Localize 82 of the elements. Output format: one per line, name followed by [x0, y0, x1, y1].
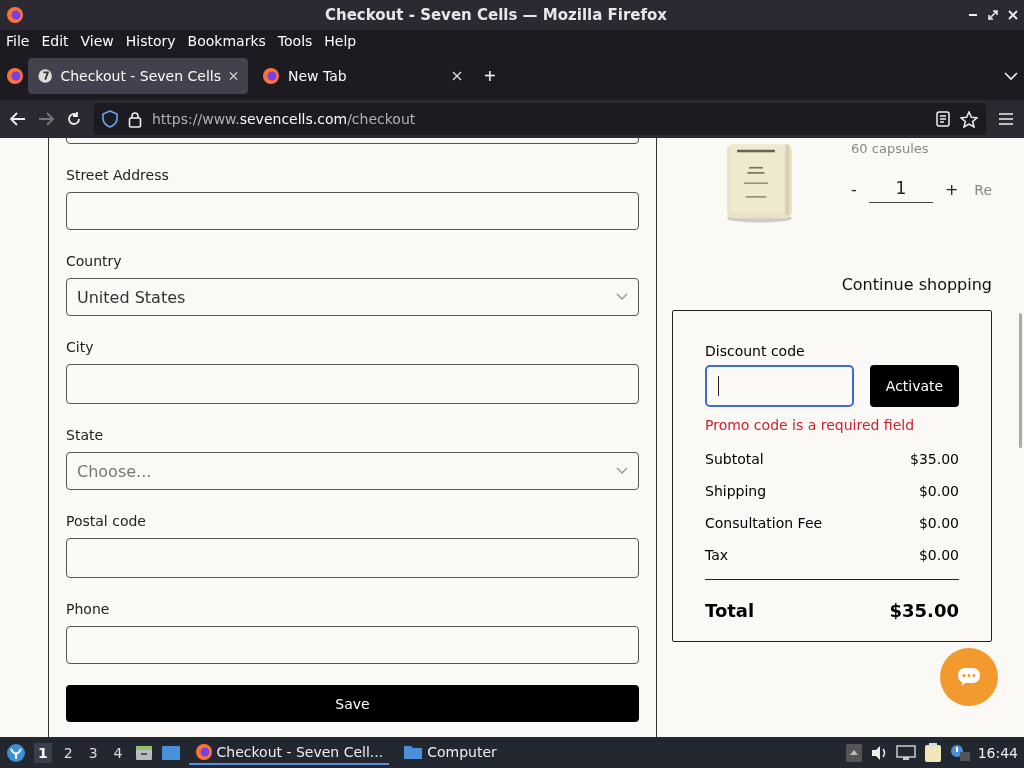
input-field[interactable] [66, 192, 639, 230]
field-label: Phone [66, 600, 111, 619]
line-amount: $0.00 [918, 547, 959, 563]
total-amount: $35.00 [889, 600, 959, 621]
discount-code-field[interactable] [705, 365, 854, 407]
line-label: Consultation Fee [705, 515, 823, 531]
restore-icon[interactable] [988, 10, 998, 20]
menu-item[interactable]: Edit [41, 33, 69, 49]
lock-icon[interactable] [128, 110, 142, 128]
workspace-button[interactable]: 1 [34, 742, 52, 763]
taskbar-task[interactable]: Computer [397, 741, 503, 764]
input-field[interactable] [66, 538, 639, 578]
reload-icon[interactable] [66, 111, 82, 127]
line-label: Tax [705, 547, 729, 563]
workspace-button[interactable]: 4 [109, 742, 127, 763]
total-label: Total [705, 600, 755, 621]
notification-icon[interactable] [949, 743, 970, 762]
select-field[interactable]: United States [66, 278, 639, 316]
forward-icon[interactable] [38, 112, 54, 126]
field-label: Street Address [66, 166, 170, 185]
menu-item[interactable]: Tools [277, 33, 313, 49]
field-label: City [66, 338, 95, 357]
line-amount: $35.00 [910, 451, 959, 467]
workspace-button[interactable]: 3 [84, 742, 102, 763]
field-label: Country [66, 252, 123, 271]
clipboard-icon[interactable] [923, 742, 942, 763]
field-label: Discount code [705, 343, 806, 359]
tab-title: New Tab [288, 68, 348, 84]
close-icon[interactable] [452, 71, 462, 81]
file-manager-icon[interactable] [134, 743, 153, 762]
menu-icon[interactable] [998, 112, 1014, 126]
reader-view-icon[interactable] [936, 111, 950, 127]
save-button[interactable]: Save [66, 685, 639, 722]
menu-item[interactable]: View [80, 33, 114, 49]
clock: 16:44 [977, 744, 1018, 761]
menu-item[interactable]: Help [324, 33, 357, 49]
new-tab-button[interactable]: + [476, 64, 504, 88]
chevron-down-icon[interactable] [1004, 71, 1018, 81]
product-details: 60 capsules [851, 141, 930, 156]
site-icon [38, 68, 53, 84]
volume-icon[interactable] [869, 744, 888, 761]
field-label: State [66, 426, 105, 445]
star-icon[interactable] [960, 110, 978, 128]
firefox-icon[interactable] [6, 67, 24, 85]
browser-tab[interactable]: Checkout - Seven Cells [28, 58, 248, 94]
error-message: Promo code is a required field [705, 417, 916, 433]
activate-button[interactable]: Activate [870, 365, 959, 407]
close-icon[interactable] [1008, 10, 1018, 20]
scrollbar[interactable] [1019, 313, 1022, 448]
taskbar-task[interactable]: Checkout - Seven Cell... [188, 740, 390, 765]
back-icon[interactable] [10, 112, 26, 126]
shield-icon[interactable] [102, 110, 118, 128]
firefox-icon [194, 742, 213, 761]
menu-item[interactable]: History [125, 33, 176, 49]
desktop-icon[interactable] [160, 744, 181, 761]
start-menu-icon[interactable] [6, 742, 26, 763]
line-amount: $0.00 [918, 483, 959, 499]
input-field[interactable] [66, 364, 639, 404]
decrease-button[interactable]: - [851, 180, 857, 199]
menu-item[interactable]: File [6, 33, 30, 49]
chat-icon [957, 667, 981, 687]
chevron-down-icon [616, 293, 628, 301]
tab-title: Checkout - Seven Cells [60, 68, 221, 84]
field-label: Postal code [66, 512, 147, 531]
continue-shopping-link[interactable]: Continue shopping [841, 275, 992, 294]
firefox-icon [262, 67, 280, 85]
chevron-down-icon [616, 467, 628, 475]
input-field[interactable] [66, 626, 639, 664]
firefox-icon [6, 6, 24, 24]
close-icon[interactable] [229, 71, 238, 81]
increase-button[interactable]: + [944, 180, 959, 199]
workspace-button[interactable]: 2 [59, 742, 77, 763]
quantity-field[interactable]: 1 [868, 176, 933, 203]
line-label: Subtotal [705, 451, 764, 467]
folder-icon [403, 743, 424, 760]
address-bar[interactable]: https://www.sevencells.com/checkout [94, 103, 986, 135]
line-amount: $0.00 [918, 515, 959, 531]
select-field[interactable]: Choose... [66, 452, 639, 490]
window-title: Checkout - Seven Cells — Mozilla Firefox [324, 6, 668, 24]
line-label: Shipping [705, 483, 767, 499]
menu-item[interactable]: Bookmarks [187, 33, 266, 49]
browser-tab[interactable]: New Tab [252, 58, 472, 94]
